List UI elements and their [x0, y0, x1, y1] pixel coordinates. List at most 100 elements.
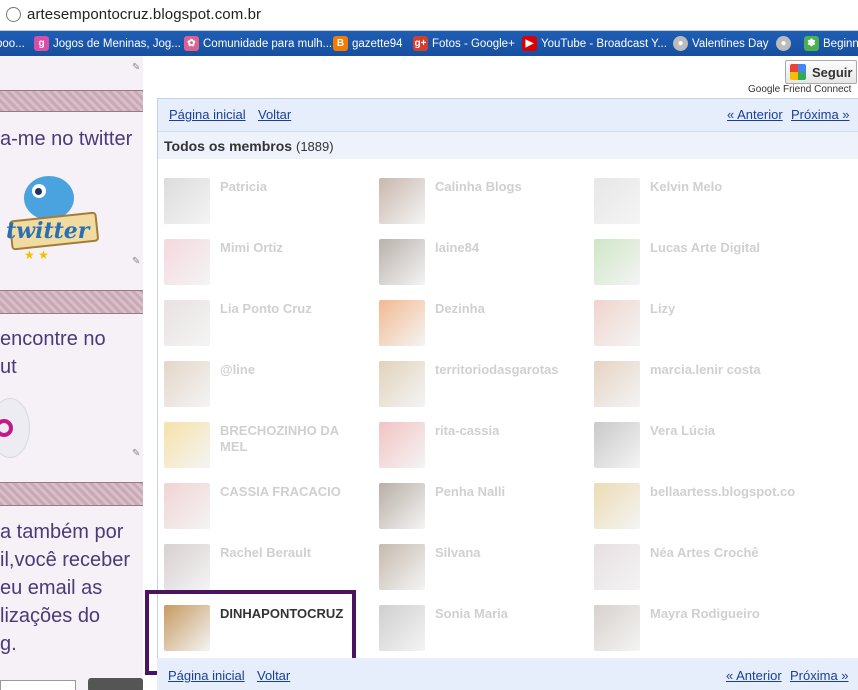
bookmark-item[interactable]: ✿ Comunidade para mulh... — [184, 35, 332, 52]
member-name[interactable]: Lucas Arte Digital — [650, 240, 790, 256]
member-item[interactable]: DINHAPONTOCRUZ — [164, 605, 364, 655]
member-avatar[interactable] — [379, 422, 425, 468]
edit-icon[interactable]: ✎ — [132, 256, 142, 268]
member-item[interactable]: Patricia — [164, 178, 364, 228]
member-name[interactable]: Lia Ponto Cruz — [220, 301, 360, 317]
member-name[interactable]: Dezinha — [435, 301, 575, 317]
member-avatar[interactable] — [164, 361, 210, 407]
member-avatar[interactable] — [379, 605, 425, 651]
member-name[interactable]: laine84 — [435, 240, 575, 256]
bookmark-item[interactable]: ● — [776, 35, 795, 52]
member-item[interactable]: Sonia Maria — [379, 605, 579, 655]
member-name[interactable]: Lizy — [650, 301, 790, 317]
bookmark-item[interactable]: ▶ YouTube - Broadcast Y... — [522, 35, 667, 52]
member-avatar[interactable] — [164, 239, 210, 285]
member-avatar[interactable] — [164, 300, 210, 346]
member-avatar[interactable] — [379, 239, 425, 285]
member-name[interactable]: Patricia — [220, 179, 360, 195]
member-item[interactable]: laine84 — [379, 239, 579, 289]
edit-icon[interactable]: ✎ — [132, 62, 142, 74]
member-avatar[interactable] — [379, 178, 425, 224]
bookmark-label: Valentines Day — [692, 37, 769, 50]
member-avatar[interactable] — [594, 483, 640, 529]
twitter-heading: a-me no twitter — [0, 128, 133, 150]
member-avatar[interactable] — [379, 483, 425, 529]
member-item[interactable]: bellaartess.blogspot.co — [594, 483, 795, 533]
member-name[interactable]: Mimi Ortiz — [220, 240, 360, 256]
member-avatar[interactable] — [594, 544, 640, 590]
member-name[interactable]: Silvana — [435, 545, 575, 561]
next-link[interactable]: Próxima » — [791, 107, 850, 122]
member-item[interactable]: Silvana — [379, 544, 579, 594]
member-avatar[interactable] — [164, 483, 210, 529]
member-avatar[interactable] — [164, 544, 210, 590]
member-name[interactable]: @line — [220, 362, 360, 378]
member-item[interactable]: Lucas Arte Digital — [594, 239, 794, 289]
back-link-bottom[interactable]: Voltar — [257, 668, 290, 683]
member-avatar[interactable] — [594, 239, 640, 285]
member-name[interactable]: territoriodasgarotas — [435, 362, 575, 378]
member-name[interactable]: Vera Lúcia — [650, 423, 790, 439]
member-name[interactable]: BRECHOZINHO DA MEL — [220, 423, 360, 455]
member-item[interactable]: Mimi Ortiz — [164, 239, 364, 289]
bookmark-item[interactable]: ✽ Beginn — [804, 35, 858, 52]
member-name[interactable]: marcia.lenir costa — [650, 362, 790, 378]
member-name[interactable]: Penha Nalli — [435, 484, 575, 500]
member-item[interactable]: rita-cassia — [379, 422, 579, 472]
member-name[interactable]: rita-cassia — [435, 423, 575, 439]
member-avatar[interactable] — [594, 300, 640, 346]
member-avatar[interactable] — [594, 178, 640, 224]
member-item[interactable]: Penha Nalli — [379, 483, 579, 533]
twitter-bird-icon[interactable]: twitter ★ ★ — [4, 174, 104, 262]
bookmark-item[interactable]: g Jogos de Meninas, Jog... — [34, 35, 181, 52]
member-avatar[interactable] — [594, 422, 640, 468]
member-name[interactable]: Rachel Berault — [220, 545, 360, 561]
member-item[interactable]: territoriodasgarotas — [379, 361, 579, 411]
member-avatar[interactable] — [379, 544, 425, 590]
member-name[interactable]: CASSIA FRACACIO — [220, 484, 360, 500]
member-avatar[interactable] — [379, 361, 425, 407]
member-avatar[interactable] — [379, 300, 425, 346]
member-item[interactable]: Kelvin Melo — [594, 178, 794, 228]
member-name[interactable]: bellaartess.blogspot.co — [650, 484, 795, 500]
member-item[interactable]: @line — [164, 361, 364, 411]
member-name[interactable]: Sonia Maria — [435, 606, 575, 622]
prev-link[interactable]: « Anterior — [727, 107, 783, 122]
member-name[interactable]: Mayra Rodigueiro — [650, 606, 790, 622]
member-name[interactable]: DINHAPONTOCRUZ — [220, 606, 360, 622]
member-name[interactable]: Néa Artes Crochê — [650, 545, 790, 561]
member-name[interactable]: Kelvin Melo — [650, 179, 790, 195]
member-item[interactable]: Néa Artes Crochê — [594, 544, 794, 594]
member-item[interactable]: Dezinha — [379, 300, 579, 350]
member-item[interactable]: Lizy — [594, 300, 794, 350]
member-item[interactable]: Vera Lúcia — [594, 422, 794, 472]
edit-icon[interactable]: ✎ — [132, 448, 142, 460]
url-text[interactable]: artesempontocruz.blogspot.com.br — [27, 6, 261, 23]
bookmark-item[interactable]: ● Valentines Day — [673, 35, 769, 52]
submit-button[interactable] — [88, 678, 143, 690]
member-avatar[interactable] — [164, 422, 210, 468]
member-avatar[interactable] — [594, 361, 640, 407]
address-bar[interactable]: artesempontocruz.blogspot.com.br — [0, 0, 858, 31]
member-avatar[interactable] — [164, 605, 210, 651]
member-item[interactable]: Calinha Blogs — [379, 178, 579, 228]
bookmark-item[interactable]: Bgazette94 — [333, 35, 403, 52]
member-item[interactable]: Mayra Rodigueiro — [594, 605, 794, 655]
next-link-bottom[interactable]: Próxima » — [790, 668, 849, 683]
member-name[interactable]: Calinha Blogs — [435, 179, 575, 195]
bookmark-item[interactable]: ▤boo... — [0, 35, 25, 52]
home-link[interactable]: Página inicial — [169, 107, 246, 122]
back-link[interactable]: Voltar — [258, 107, 291, 122]
member-item[interactable]: Rachel Berault — [164, 544, 364, 594]
bookmark-item[interactable]: g+ Fotos - Google+ — [413, 35, 515, 52]
home-link-bottom[interactable]: Página inicial — [168, 668, 245, 683]
member-item[interactable]: marcia.lenir costa — [594, 361, 794, 411]
member-avatar[interactable] — [594, 605, 640, 651]
member-item[interactable]: CASSIA FRACACIO — [164, 483, 364, 533]
follow-button[interactable]: Seguir — [785, 60, 857, 84]
prev-link-bottom[interactable]: « Anterior — [726, 668, 782, 683]
member-item[interactable]: BRECHOZINHO DA MEL — [164, 422, 364, 472]
member-avatar[interactable] — [164, 178, 210, 224]
email-input[interactable] — [0, 680, 76, 690]
member-item[interactable]: Lia Ponto Cruz — [164, 300, 364, 350]
